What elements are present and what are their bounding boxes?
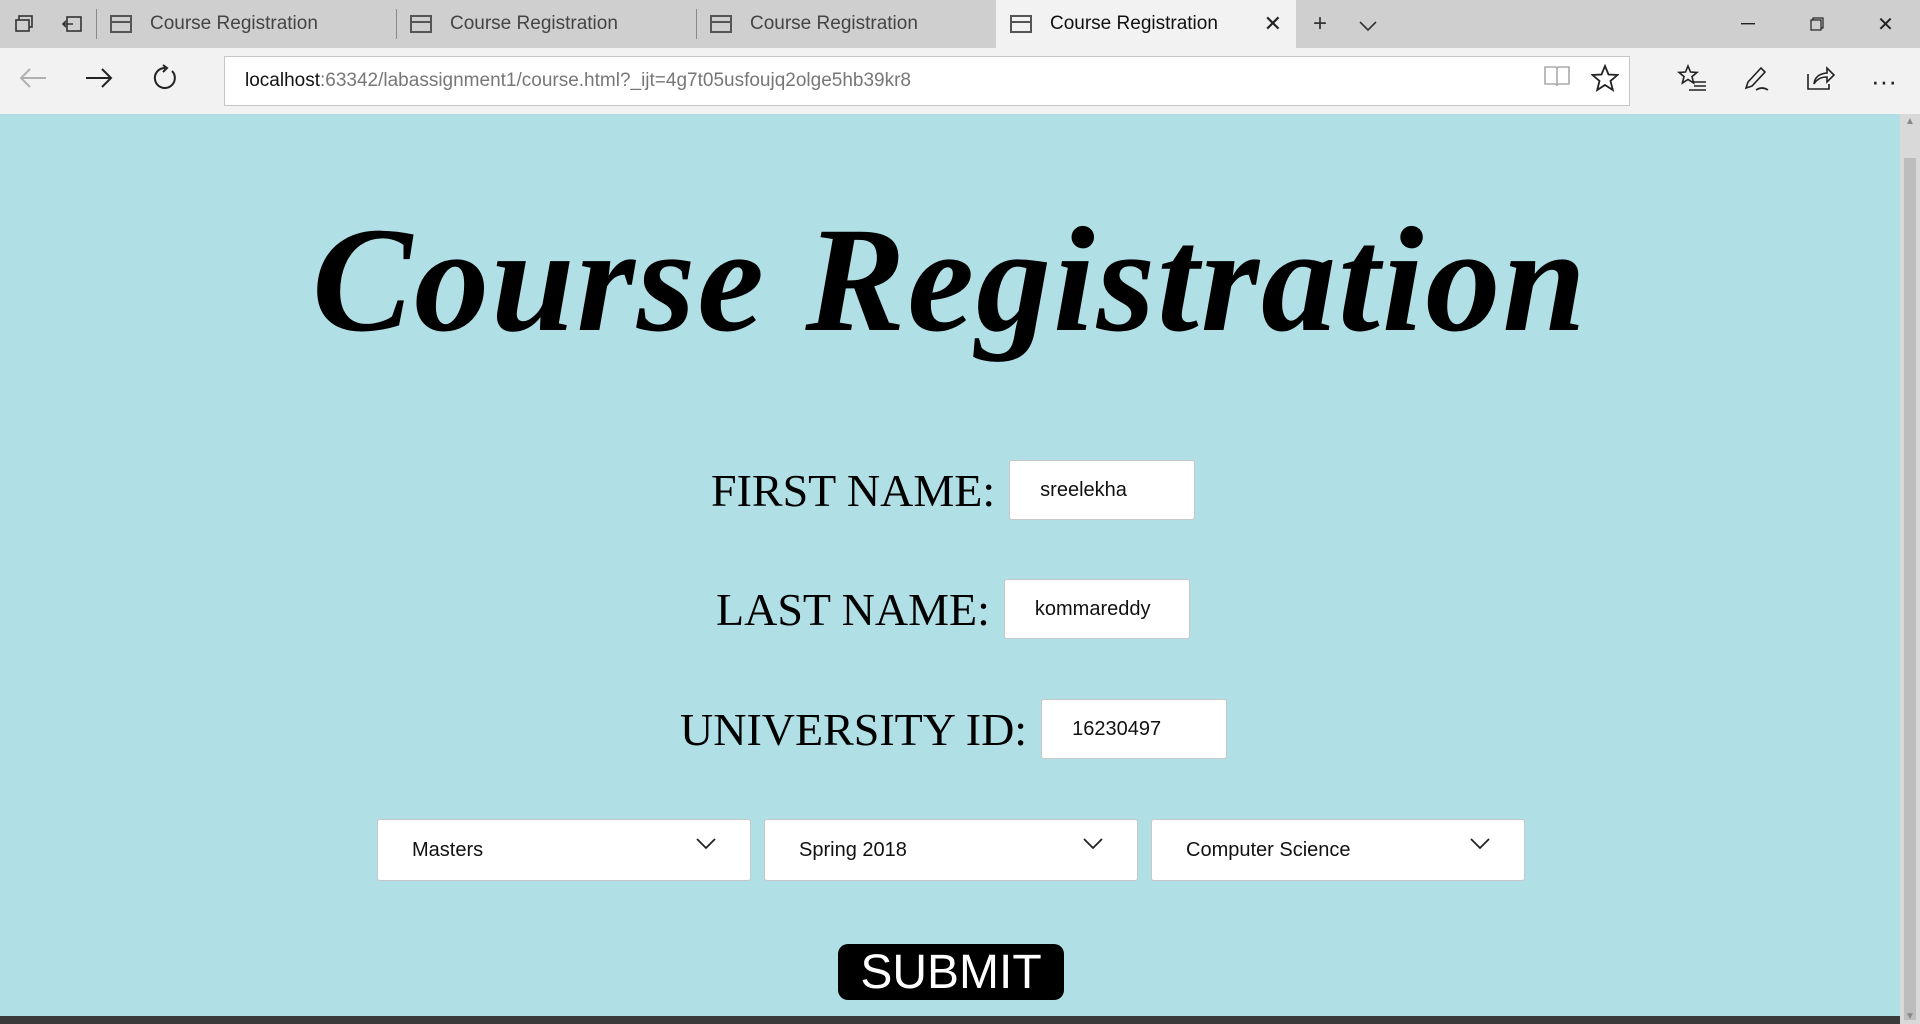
scroll-up-icon[interactable]: ▲	[1900, 116, 1920, 127]
last-name-label: LAST NAME:	[716, 583, 990, 635]
share-icon[interactable]	[1788, 64, 1852, 99]
vertical-scrollbar[interactable]: ▲ ▼	[1900, 114, 1920, 1024]
tab-preview-icon[interactable]	[1344, 10, 1392, 38]
department-select[interactable]: Computer Science	[1151, 819, 1525, 881]
term-select[interactable]: Spring 2018	[764, 819, 1138, 881]
first-name-input[interactable]	[1009, 460, 1196, 520]
submit-button[interactable]: SUBMIT	[838, 944, 1064, 1000]
address-bar[interactable]: localhost:63342/labassignment1/course.ht…	[224, 56, 1630, 106]
page-icon	[1010, 15, 1032, 33]
close-tab-icon[interactable]: ✕	[1264, 11, 1282, 37]
page-title: Course Registration	[312, 197, 1588, 363]
set-aside-icon[interactable]	[48, 0, 96, 48]
tab-title: Course Registration	[450, 13, 618, 34]
tab-4-active[interactable]: Course Registration ✕	[996, 0, 1296, 48]
tab-2[interactable]: Course Registration	[396, 0, 696, 48]
chevron-down-icon	[696, 838, 716, 850]
page-icon	[710, 15, 732, 33]
scroll-down-icon[interactable]: ▼	[1900, 1011, 1920, 1022]
favorites-hub-icon[interactable]	[1660, 63, 1724, 99]
university-id-row: UNIVERSITY ID:	[680, 699, 1228, 759]
last-name-row: LAST NAME:	[716, 579, 1190, 639]
tab-title: Course Registration	[750, 13, 918, 34]
first-name-label: FIRST NAME:	[711, 464, 996, 516]
chevron-down-icon	[1470, 838, 1490, 850]
annotate-pen-icon[interactable]	[1724, 64, 1788, 99]
first-name-row: FIRST NAME:	[711, 460, 1196, 520]
page-icon	[410, 15, 432, 33]
favorite-star-icon[interactable]	[1581, 63, 1629, 99]
url-path: :63342/labassignment1/course.html?_ijt=4…	[320, 70, 912, 91]
tab-3[interactable]: Course Registration	[696, 0, 996, 48]
more-icon[interactable]: ···	[1852, 66, 1916, 97]
university-id-label: UNIVERSITY ID:	[680, 703, 1028, 755]
chevron-down-icon	[1083, 838, 1103, 850]
refresh-icon[interactable]	[132, 63, 198, 99]
minimize-icon[interactable]	[1713, 0, 1782, 48]
term-selected-value: Spring 2018	[799, 838, 907, 861]
department-selected-value: Computer Science	[1186, 838, 1351, 861]
close-window-icon[interactable]: ✕	[1851, 0, 1920, 48]
tab-strip: Course Registration Course Registration …	[0, 0, 1920, 48]
new-tab-icon[interactable]: +	[1296, 10, 1344, 38]
taskbar-edge	[0, 1016, 1900, 1024]
university-id-input[interactable]	[1041, 699, 1228, 759]
tab-list-icon[interactable]	[0, 0, 48, 48]
url-host: localhost	[245, 70, 320, 91]
last-name-input[interactable]	[1003, 579, 1190, 639]
page-content: Course Registration FIRST NAME: LAST NAM…	[0, 114, 1900, 1024]
restore-icon[interactable]	[1782, 0, 1851, 48]
tab-1[interactable]: Course Registration	[96, 0, 396, 48]
scrollbar-thumb[interactable]	[1904, 158, 1916, 1020]
tab-title: Course Registration	[150, 13, 318, 34]
forward-icon[interactable]	[66, 65, 132, 97]
degree-selected-value: Masters	[412, 838, 484, 861]
tab-title: Course Registration	[1050, 13, 1218, 34]
back-icon[interactable]	[0, 65, 66, 97]
reading-view-icon[interactable]	[1533, 64, 1581, 99]
navigation-bar: localhost:63342/labassignment1/course.ht…	[0, 48, 1920, 114]
page-icon	[110, 15, 132, 33]
degree-select[interactable]: Masters	[377, 819, 751, 881]
